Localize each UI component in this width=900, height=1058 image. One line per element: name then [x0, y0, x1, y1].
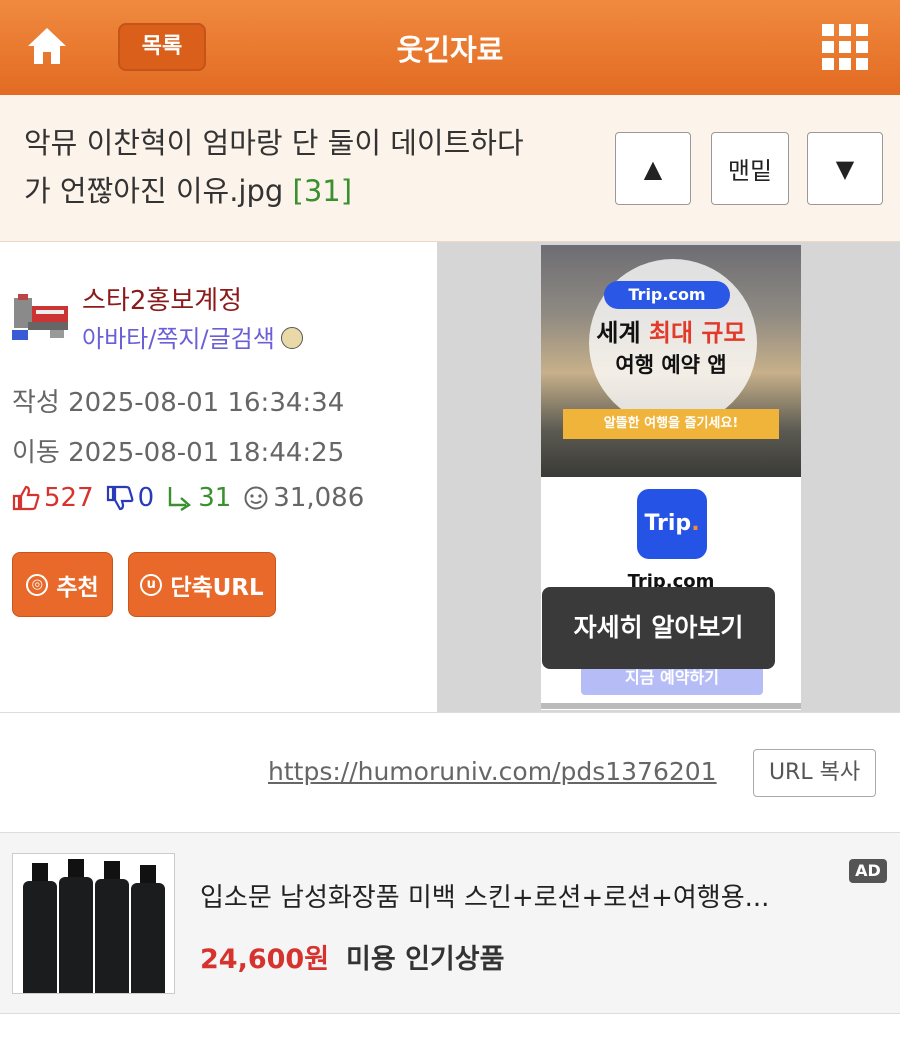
- ad-headline-part1: 세계: [596, 319, 649, 347]
- short-url-button[interactable]: u 단축URL: [128, 552, 276, 617]
- product-bottle: [95, 861, 129, 993]
- author-links: 아바타/쪽지/글검색: [82, 319, 303, 354]
- post-stats: 527 0 31 31,086: [12, 483, 376, 513]
- reply-stat: 31: [166, 483, 231, 513]
- prev-post-button[interactable]: ▲: [615, 132, 691, 205]
- post-info: 스타2홍보계정 아바타/쪽지/글검색 작성 2025-08-01 16:34:3…: [0, 242, 437, 712]
- short-url-circle-icon: u: [140, 573, 163, 596]
- post-url-link[interactable]: https://humoruniv.com/pds1376201: [268, 757, 717, 786]
- thumbs-up-icon: [12, 485, 40, 511]
- scroll-bottom-button[interactable]: 맨밑: [711, 132, 789, 205]
- badge-icon: [280, 327, 303, 349]
- short-url-label: 단축URL: [170, 574, 264, 601]
- recommend-count: 527: [44, 483, 94, 513]
- reply-count: 31: [198, 483, 232, 513]
- app-logo-dot: .: [691, 511, 700, 536]
- ad-brand-pill: Trip.com: [604, 281, 730, 309]
- ad-scrollbar[interactable]: [541, 703, 801, 709]
- thumbs-down-icon: [106, 485, 134, 511]
- top-header: 목록 웃긴자료: [0, 0, 900, 95]
- view-count: 31,086: [273, 483, 365, 513]
- moved-date: 이동 2025-08-01 18:44:25: [12, 438, 345, 468]
- learn-more-tooltip[interactable]: 자세히 알아보기: [542, 587, 775, 669]
- oppose-count: 0: [137, 483, 155, 513]
- grid-menu-button[interactable]: [820, 22, 870, 72]
- url-copy-button[interactable]: URL 복사: [753, 749, 876, 797]
- board-title: 웃긴자료: [396, 33, 504, 67]
- app-logo-text: Trip: [644, 511, 692, 536]
- product-bottle: [23, 863, 57, 993]
- oppose-stat: 0: [106, 483, 155, 513]
- product-image[interactable]: [12, 853, 175, 994]
- ad-headline-highlight: 최대 규모: [648, 319, 746, 347]
- view-stat: 31,086: [243, 483, 364, 513]
- next-post-button[interactable]: ▼: [807, 132, 883, 205]
- reply-arrow-icon: [168, 487, 192, 511]
- post-title-bar: 악뮤 이찬혁이 엄마랑 단 둘이 데이트하다 가 언짢아진 이유.jpg [31…: [0, 95, 900, 242]
- trip-app-logo: Trip.: [637, 489, 707, 559]
- ad-subheadline: 여행 예약 앱: [615, 353, 727, 377]
- ad-mark-badge: AD: [849, 859, 887, 883]
- product-ad[interactable]: 입소문 남성화장품 미백 스킨+로션+로션+여행용... 24,600원 미용 …: [0, 832, 900, 1014]
- comment-count[interactable]: [31]: [293, 174, 353, 208]
- grid-menu-icon: [822, 24, 868, 70]
- author-links-text[interactable]: 아바타/쪽지/글검색: [82, 325, 275, 353]
- recommend-label: 추천: [56, 574, 99, 601]
- product-name[interactable]: 입소문 남성화장품 미백 스킨+로션+로션+여행용...: [200, 877, 769, 914]
- product-bottle: [59, 859, 93, 993]
- product-price: 24,600원: [200, 944, 330, 975]
- product-tag: 미용 인기상품: [346, 944, 505, 975]
- ad-ribbon: 알뜰한 여행을 즐기세요!: [563, 409, 779, 439]
- product-bottle: [131, 865, 165, 993]
- recommend-stat: 527: [12, 483, 94, 513]
- avatar-icon: [12, 294, 68, 340]
- ad-headline: 세계 최대 규모: [541, 313, 801, 348]
- view-face-icon: [244, 486, 268, 510]
- post-title-line1: 악뮤 이찬혁이 엄마랑 단 둘이 데이트하다: [24, 126, 524, 160]
- recommend-circle-icon: ◎: [26, 573, 49, 596]
- recommend-button[interactable]: ◎ 추천: [12, 552, 113, 617]
- author-name[interactable]: 스타2홍보계정: [82, 280, 242, 317]
- post-title-line2: 가 언짢아진 이유.jpg: [24, 174, 284, 208]
- post-title: 악뮤 이찬혁이 엄마랑 단 둘이 데이트하다 가 언짢아진 이유.jpg [31…: [24, 119, 564, 215]
- ad-photo: Trip.com 세계 최대 규모 여행 예약 앱 알뜰한 여행을 즐기세요!: [541, 245, 801, 477]
- written-date: 작성 2025-08-01 16:34:34: [12, 388, 345, 418]
- url-row: https://humoruniv.com/pds1376201 URL 복사: [0, 712, 900, 832]
- avatar[interactable]: [10, 290, 74, 346]
